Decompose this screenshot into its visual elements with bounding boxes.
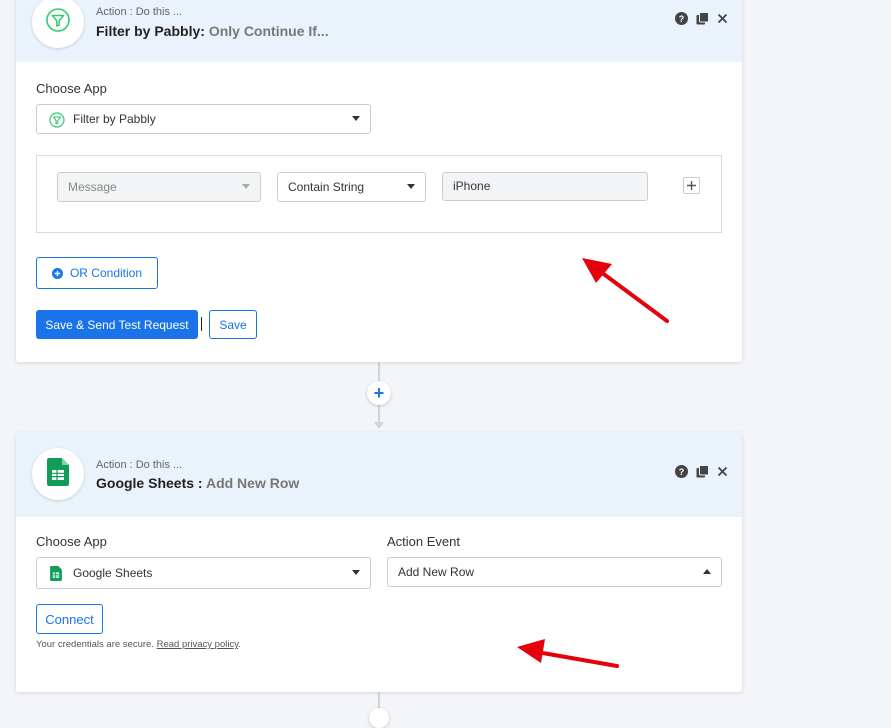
red-arrow-annotation-bottom xyxy=(517,639,619,668)
